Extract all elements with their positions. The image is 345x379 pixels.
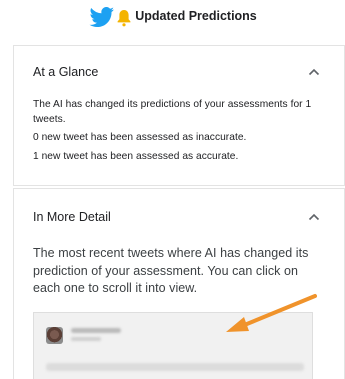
tweet-card[interactable] [33,312,313,379]
bell-icon [116,8,132,33]
at-a-glance-title: At a Glance [33,65,99,79]
page-title: Updated Predictions [135,9,257,23]
at-a-glance-panel: At a Glance The AI has changed its predi… [13,45,345,186]
in-more-detail-header[interactable]: In More Detail [14,189,344,245]
header: Updated Predictions [0,0,345,40]
in-more-detail-title: In More Detail [33,210,111,224]
tweet-author-redacted [71,328,121,333]
summary-line-changed: The AI has changed its predictions of yo… [33,99,312,125]
tweet-handle-redacted [71,337,101,341]
chevron-up-icon[interactable] [304,207,324,227]
avatar [46,327,63,344]
at-a-glance-header[interactable]: At a Glance [14,46,344,98]
twitter-bird-icon [88,6,116,35]
in-more-detail-body: The most recent tweets where AI has chan… [14,245,344,298]
header-icons [88,6,132,35]
chevron-up-icon[interactable] [304,62,324,82]
at-a-glance-body: The AI has changed its predictions of yo… [14,98,344,164]
summary-line-accurate: 1 new tweet has been assessed as accurat… [33,150,239,162]
tweet-text-redacted [46,363,304,371]
summary-line-inaccurate: 0 new tweet has been assessed as inaccur… [33,132,247,143]
in-more-detail-description: The most recent tweets where AI has chan… [33,246,309,295]
in-more-detail-panel: In More Detail The most recent tweets wh… [13,188,345,379]
